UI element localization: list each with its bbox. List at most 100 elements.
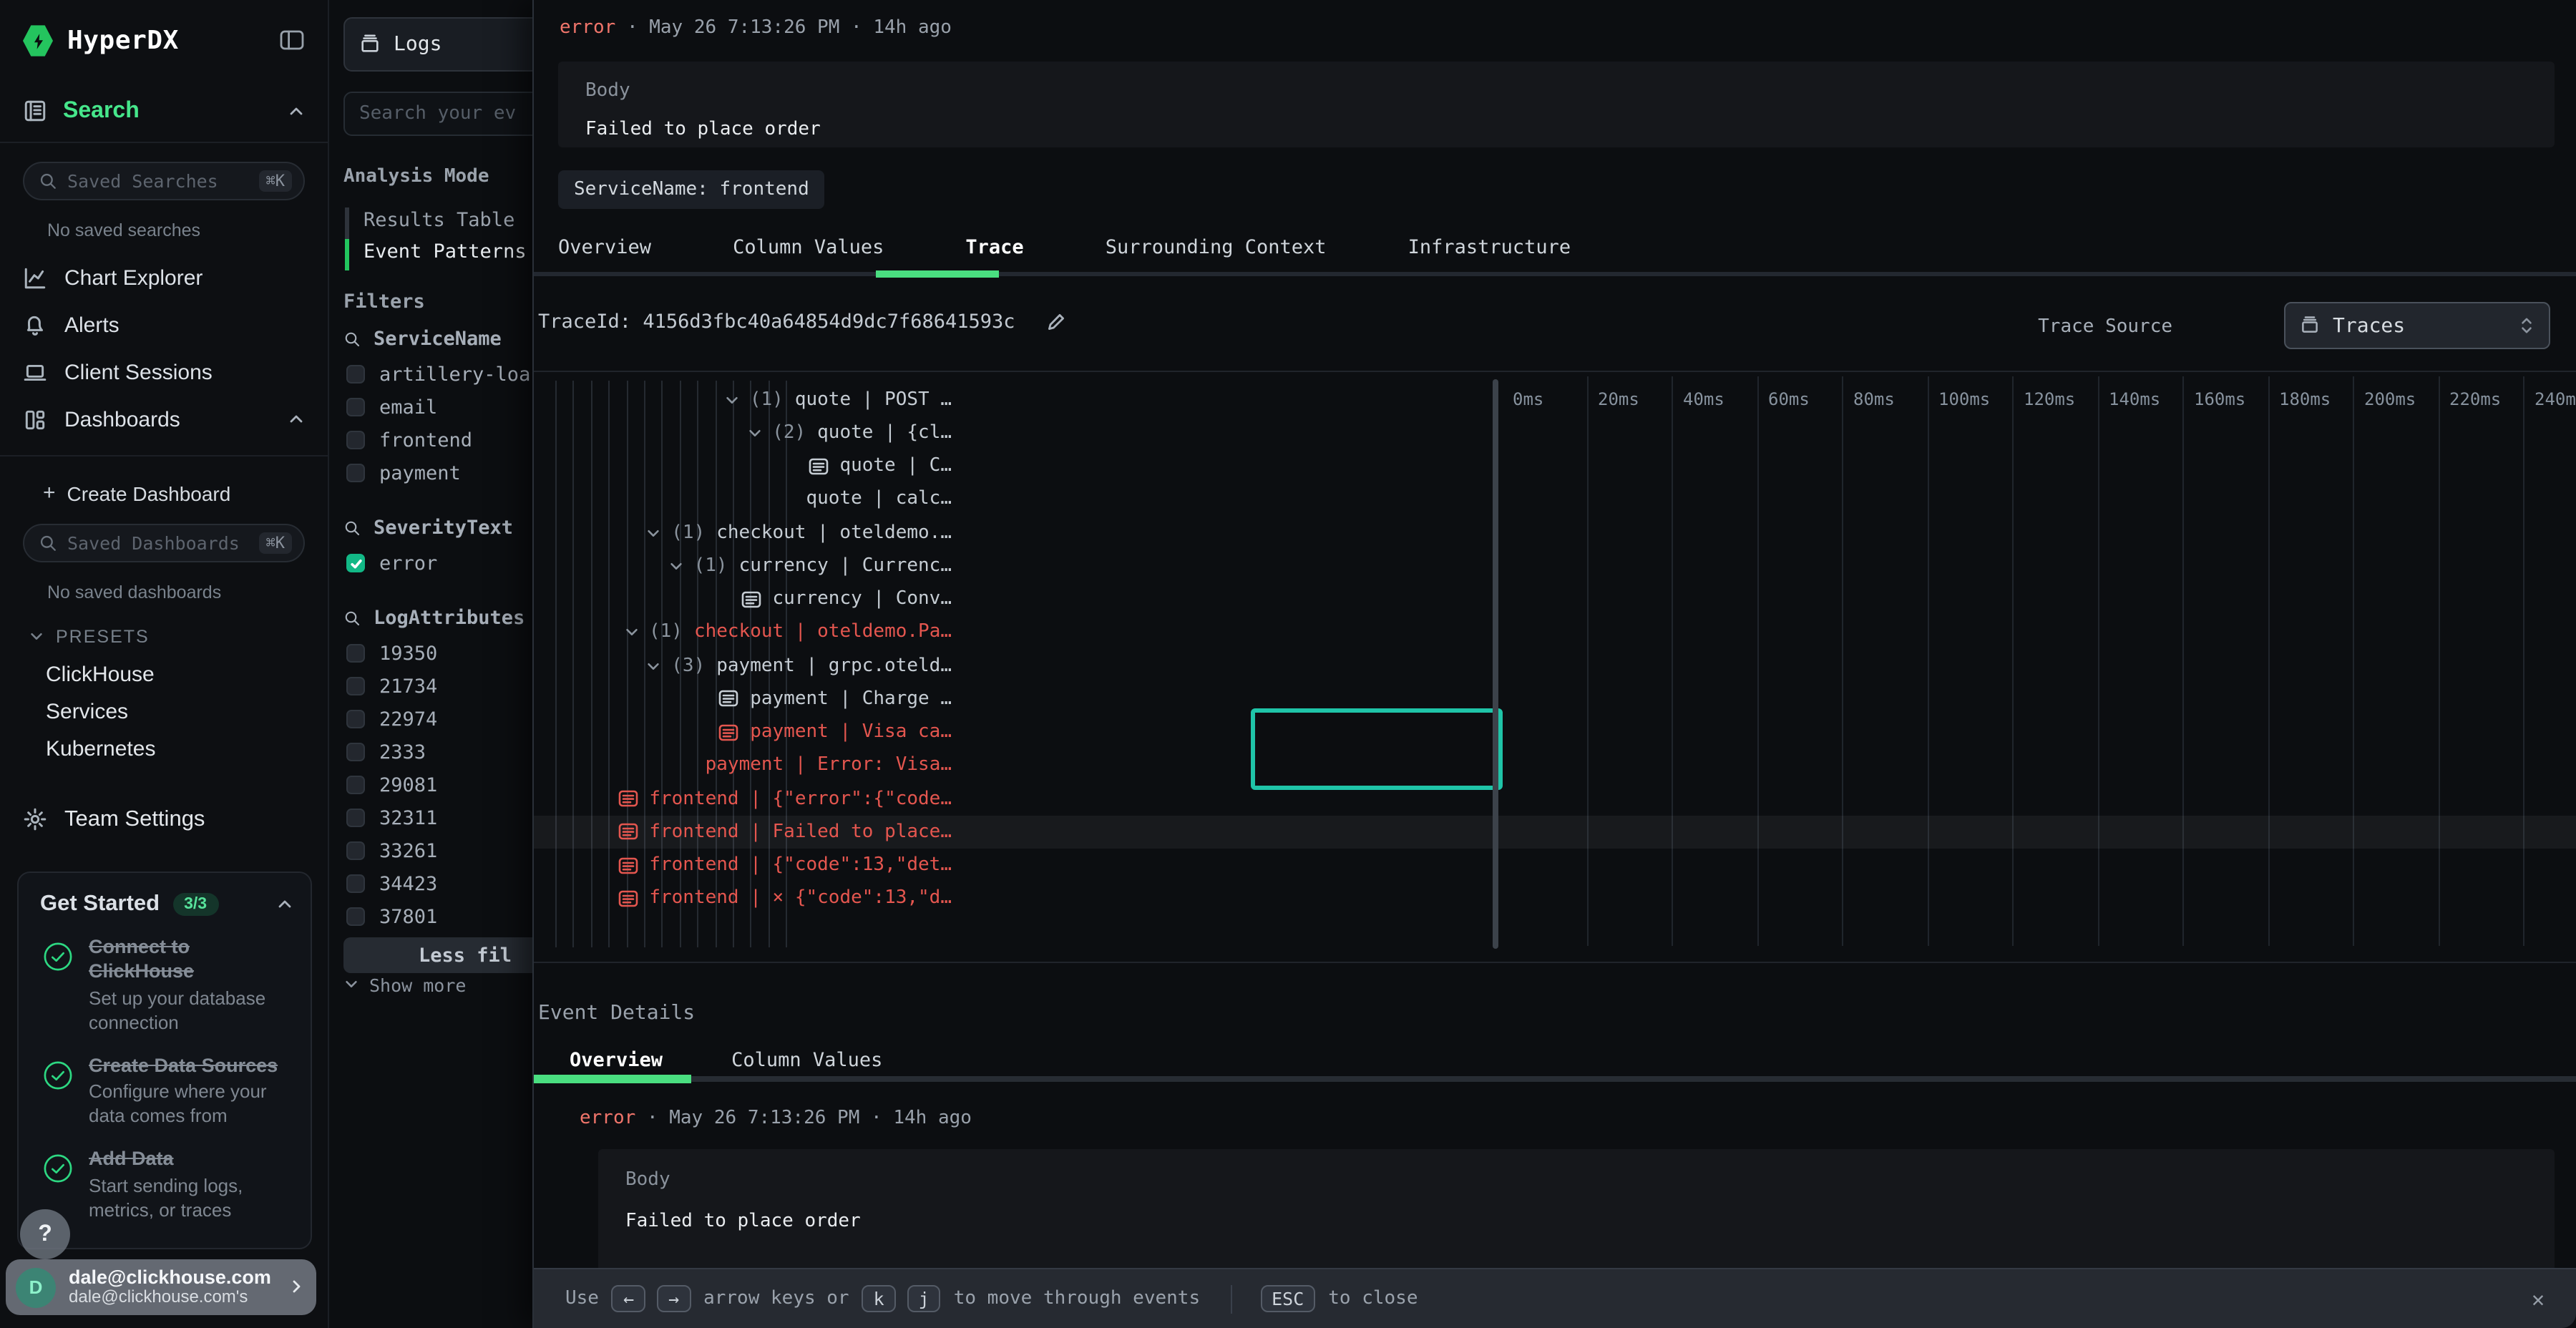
filter-option[interactable]: 32311 <box>343 801 532 834</box>
close-icon[interactable]: ✕ <box>2532 1286 2545 1312</box>
filter-option[interactable]: 33261 <box>343 834 532 867</box>
checkbox[interactable] <box>346 398 365 416</box>
sidebar-item-alerts[interactable]: Alerts <box>0 302 328 349</box>
get-started-title: Get Started <box>40 892 160 917</box>
filter-option[interactable]: 21734 <box>343 670 532 703</box>
filter-option[interactable]: payment <box>343 456 532 489</box>
sidebar-item-client-sessions[interactable]: Client Sessions <box>0 349 328 396</box>
checkbox[interactable] <box>346 365 365 384</box>
analysis-mode-event-patterns[interactable]: Event Patterns <box>345 236 527 268</box>
trace-tree-row[interactable]: (1)quote | POST … <box>724 383 952 416</box>
get-started-item[interactable]: Add DataStart sending logs, metrics, or … <box>40 1148 293 1223</box>
filter-option[interactable]: 2333 <box>343 736 532 768</box>
trace-tree-row[interactable]: frontend | {"code":13,"det… <box>618 849 952 882</box>
chevron-up-icon[interactable] <box>288 99 305 125</box>
checkbox[interactable] <box>346 710 365 728</box>
checkbox[interactable] <box>346 776 365 794</box>
get-started-item-desc: Start sending logs, metrics, or traces <box>89 1175 293 1224</box>
user-meta: dale@clickhouse.com's <box>69 1289 271 1309</box>
trace-tree-row[interactable]: payment | Error: Visa… <box>706 749 952 783</box>
filter-option[interactable]: email <box>343 391 532 424</box>
filter-option[interactable]: 37801 <box>343 900 532 933</box>
get-started-item[interactable]: Create Data SourcesConfigure where your … <box>40 1054 293 1129</box>
trace-tree-row[interactable]: frontend | {"error":{"code… <box>618 782 952 816</box>
saved-searches-input[interactable]: Saved Searches ⌘K <box>23 162 305 200</box>
gridline <box>1672 376 1673 946</box>
divider <box>534 371 2576 372</box>
trace-tree-row[interactable]: (3)payment | grpc.oteld… <box>645 649 952 683</box>
service-name-chip[interactable]: ServiceName: frontend <box>558 170 825 209</box>
checkbox[interactable] <box>346 677 365 695</box>
less-filters-button[interactable]: Less fil <box>343 937 532 973</box>
user-menu[interactable]: D dale@clickhouse.com dale@clickhouse.co… <box>6 1259 316 1315</box>
trace-tree-row[interactable]: quote | C… <box>808 449 952 483</box>
trace-tree-row[interactable]: (1)checkout | oteldemo.Pa… <box>623 616 952 650</box>
chevron-down-icon[interactable] <box>724 389 740 410</box>
presets-toggle[interactable]: PRESETS <box>0 602 328 650</box>
trace-tree-row[interactable]: currency | Conv… <box>741 582 952 616</box>
checkbox-checked[interactable] <box>346 554 365 572</box>
filter-option[interactable]: frontend <box>343 424 532 456</box>
chevron-down-icon <box>343 972 359 997</box>
checkbox[interactable] <box>346 809 365 827</box>
log-doc-icon <box>808 455 828 477</box>
filter-option[interactable]: 22974 <box>343 703 532 736</box>
filter-option[interactable]: 34423 <box>343 867 532 900</box>
filter-option-label: 34423 <box>379 872 437 895</box>
checkbox[interactable] <box>346 431 365 449</box>
event-details-tab-overview[interactable]: Overview <box>570 1049 663 1072</box>
trace-tree-row[interactable]: (1)currency | Currenc… <box>668 550 952 583</box>
trace-tree-row[interactable]: (1)checkout | oteldemo.… <box>645 516 952 550</box>
checkbox[interactable] <box>346 644 365 663</box>
sidebar-item-chart-explorer[interactable]: Chart Explorer <box>0 255 328 302</box>
trace-tree-row[interactable]: frontend | ⨯ {"code":13,"d… <box>618 882 952 916</box>
event-details-tab-column-values[interactable]: Column Values <box>731 1049 882 1072</box>
sidebar-section-search[interactable]: Search <box>0 94 328 129</box>
filter-option[interactable]: artillery-loa <box>343 358 532 391</box>
trace-source-select[interactable]: Traces <box>2284 302 2550 349</box>
filter-option[interactable]: 19350 <box>343 637 532 670</box>
span-count: (1) <box>671 522 705 543</box>
chevron-down-icon[interactable] <box>746 422 762 444</box>
checkbox[interactable] <box>346 841 365 860</box>
get-started-item[interactable]: Connect to ClickHouseSet up your databas… <box>40 936 293 1035</box>
checkbox[interactable] <box>346 464 365 482</box>
trace-tree-row[interactable]: payment | Charge … <box>718 683 952 716</box>
tab-column-values[interactable]: Column Values <box>733 236 884 259</box>
trace-tree-row[interactable]: payment | Visa ca… <box>718 716 952 749</box>
sidebar-collapse-icon[interactable] <box>279 28 305 54</box>
chevron-up-icon[interactable] <box>276 892 293 917</box>
tab-overview[interactable]: Overview <box>558 236 651 259</box>
analysis-mode-results-table[interactable]: Results Table <box>345 205 527 236</box>
trace-tree-row[interactable]: frontend | Failed to place… <box>618 816 952 849</box>
tab-surrounding-context[interactable]: Surrounding Context <box>1106 236 1327 259</box>
chevron-down-icon[interactable] <box>623 622 639 643</box>
preset-item-kubernetes[interactable]: Kubernetes <box>0 724 328 761</box>
filter-option[interactable]: error <box>343 547 532 580</box>
checkbox[interactable] <box>346 907 365 926</box>
preset-item-clickhouse[interactable]: ClickHouse <box>0 650 328 687</box>
edit-icon[interactable] <box>1047 311 1067 333</box>
chevron-up-icon[interactable] <box>288 407 305 433</box>
help-button[interactable]: ? <box>20 1209 70 1259</box>
checkbox[interactable] <box>346 743 365 761</box>
shortcut-badge: ⌘K <box>259 170 293 192</box>
team-settings-button[interactable]: Team Settings <box>0 807 328 833</box>
chevron-down-icon[interactable] <box>645 522 661 543</box>
checkbox[interactable] <box>346 874 365 893</box>
sidebar-item-dashboards[interactable]: Dashboards <box>0 396 328 444</box>
tab-trace[interactable]: Trace <box>965 236 1023 259</box>
tree-indent-guide <box>573 381 575 947</box>
chevron-down-icon[interactable] <box>645 655 661 676</box>
filter-option[interactable]: 29081 <box>343 768 532 801</box>
trace-tree-row[interactable]: quote | calc… <box>806 483 952 517</box>
source-select-button[interactable]: Logs <box>343 17 532 72</box>
create-dashboard-button[interactable]: + Create Dashboard <box>0 456 328 505</box>
tree-scrollbar[interactable] <box>1493 379 1498 949</box>
saved-dashboards-input[interactable]: Saved Dashboards ⌘K <box>23 524 305 562</box>
trace-tree-row[interactable]: (2)quote | {cl… <box>746 416 952 450</box>
tab-infrastructure[interactable]: Infrastructure <box>1408 236 1571 259</box>
chevron-down-icon[interactable] <box>668 555 684 577</box>
preset-item-services[interactable]: Services <box>0 687 328 724</box>
event-search-input[interactable]: Search your ev <box>343 92 532 136</box>
